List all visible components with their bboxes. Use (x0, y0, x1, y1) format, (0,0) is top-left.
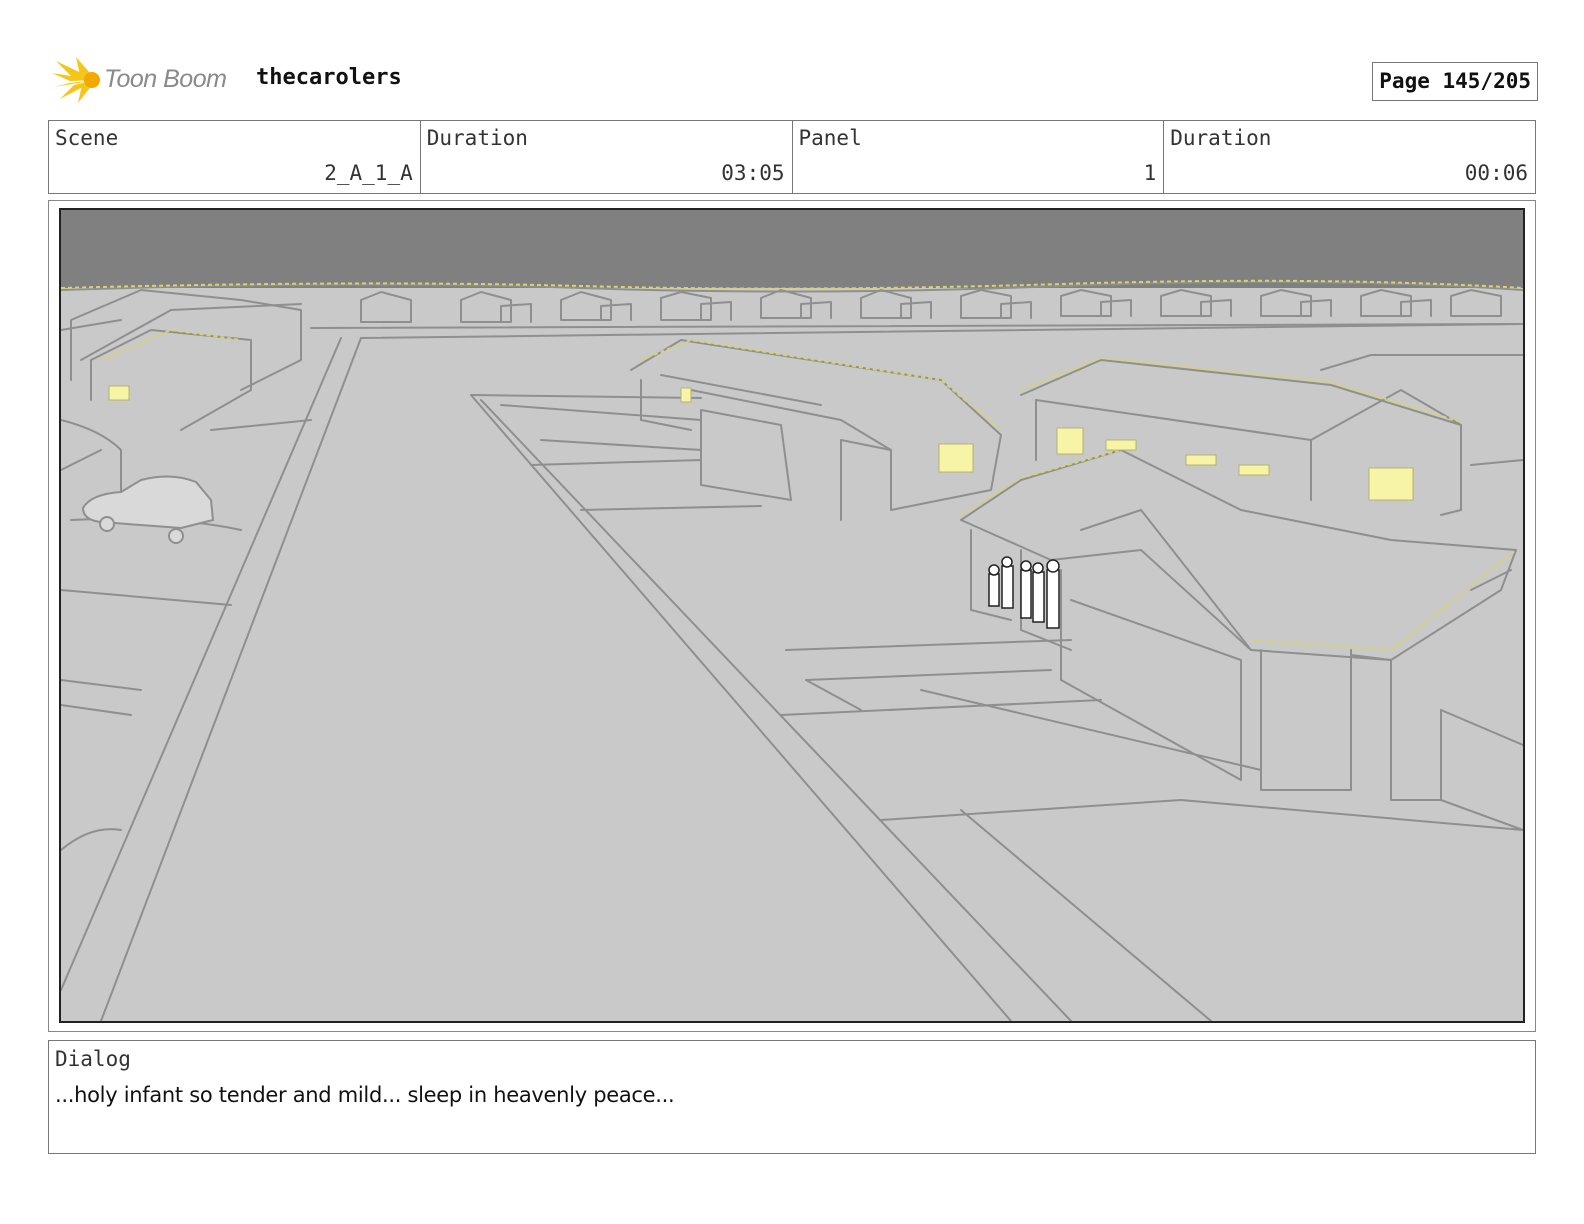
scene-value: 2_A_1_A (324, 161, 413, 185)
lit-window (1105, 439, 1137, 451)
panel-frame (48, 200, 1536, 1032)
lit-window (1056, 427, 1084, 455)
dialog-label: Dialog (55, 1047, 131, 1071)
panel-duration-value: 00:06 (1464, 161, 1528, 185)
dialog-text: ...holy infant so tender and mild... sle… (55, 1083, 675, 1107)
panel-duration-label: Duration (1170, 126, 1272, 150)
panel-duration-cell: Duration 00:06 (1164, 121, 1535, 193)
dialog-section: Dialog ...holy infant so tender and mild… (48, 1040, 1536, 1154)
lit-window (1368, 467, 1414, 501)
scene-cell: Scene 2_A_1_A (49, 121, 421, 193)
toon-boom-logo: Toon Boom (52, 55, 242, 105)
scene-info-row: Scene 2_A_1_A Duration 03:05 Panel 1 Dur… (48, 120, 1536, 194)
scene-duration-value: 03:05 (721, 161, 785, 185)
scene-label: Scene (55, 126, 119, 150)
lit-window (1185, 454, 1217, 466)
lit-window (1238, 464, 1270, 476)
scene-duration-cell: Duration 03:05 (421, 121, 793, 193)
project-title: thecarolers (256, 65, 402, 90)
page-header: Toon Boom thecarolers Page 145/205 (52, 55, 1538, 105)
panel-value: 1 (1143, 161, 1157, 185)
panel-label: Panel (798, 126, 862, 150)
storyboard-panel-image (59, 208, 1525, 1023)
burst-icon (52, 57, 100, 103)
brand-name: Toon Boom (104, 65, 227, 93)
panel-cell: Panel 1 (793, 121, 1165, 193)
suburban-street-drawing (61, 210, 1523, 1021)
lit-window (108, 385, 130, 401)
lit-window (680, 387, 692, 403)
scene-duration-label: Duration (426, 126, 528, 150)
page-indicator: Page 145/205 (1372, 62, 1538, 101)
lit-window (938, 443, 974, 473)
